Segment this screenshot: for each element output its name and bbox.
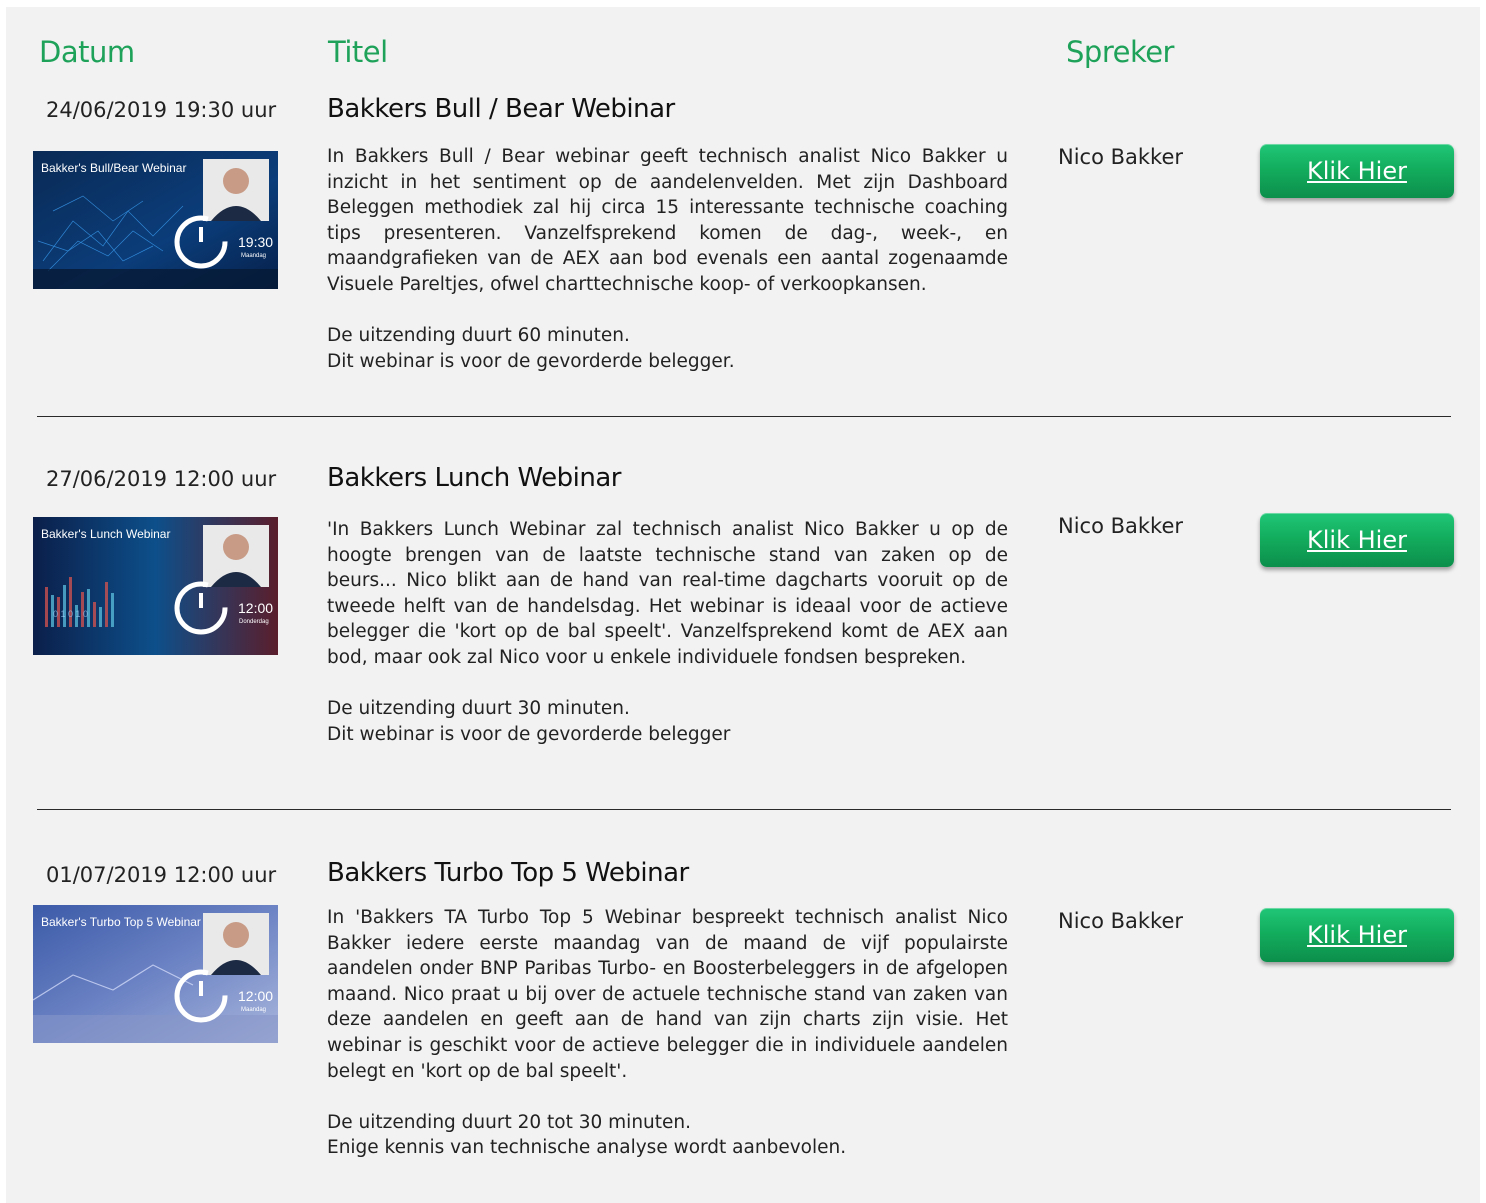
audience-text: Enige kennis van technische analyse word… xyxy=(327,1137,847,1159)
svg-text:0 1 0 1 0: 0 1 0 1 0 xyxy=(53,609,88,619)
duration-text: De uitzending duurt 30 minuten. xyxy=(327,698,630,720)
webinar-date: 01/07/2019 12:00 uur xyxy=(46,863,277,887)
klik-hier-label: Klik Hier xyxy=(1307,921,1407,949)
klik-hier-label: Klik Hier xyxy=(1307,526,1407,554)
thumbnail-time: 12:00 xyxy=(238,600,273,616)
webinar-title: Bakkers Bull / Bear Webinar xyxy=(327,94,675,124)
audience-text: Dit webinar is voor de gevorderde belegg… xyxy=(327,723,731,745)
thumbnail-day: Donderdag xyxy=(239,619,269,625)
webinar-title: Bakkers Turbo Top 5 Webinar xyxy=(327,858,689,888)
webinar-description: In Bakkers Bull / Bear webinar geeft tec… xyxy=(327,144,1008,374)
webinar-speaker: Nico Bakker xyxy=(1058,909,1184,933)
klik-hier-button[interactable]: Klik Hier xyxy=(1260,513,1454,567)
webinar-description: In 'Bakkers TA Turbo Top 5 Webinar bespr… xyxy=(327,905,1008,1161)
row-separator xyxy=(37,416,1451,417)
webinar-date: 24/06/2019 19:30 uur xyxy=(46,98,277,122)
thumbnail-time: 12:00 xyxy=(238,988,273,1004)
thumbnail-time: 19:30 xyxy=(238,234,273,250)
duration-text: De uitzending duurt 20 tot 30 minuten. xyxy=(327,1111,692,1133)
thumbnail-caption: Bakker's Lunch Webinar xyxy=(41,527,170,541)
webinar-date: 27/06/2019 12:00 uur xyxy=(46,467,277,491)
webinar-thumbnail[interactable]: 0 1 0 1 0 Bakker's Lunch Webinar 12:00 D… xyxy=(33,517,278,655)
webinar-description: 'In Bakkers Lunch Webinar zal technisch … xyxy=(327,517,1008,747)
webinar-speaker: Nico Bakker xyxy=(1058,514,1184,538)
header-datum: Datum xyxy=(39,35,135,69)
thumbnail-day: Maandag xyxy=(241,1007,266,1013)
webinar-thumbnail[interactable]: Bakker's Bull/Bear Webinar 19:30 Maandag xyxy=(33,151,278,289)
klik-hier-button[interactable]: Klik Hier xyxy=(1260,908,1454,962)
thumbnail-caption: Bakker's Bull/Bear Webinar xyxy=(41,161,186,175)
header-titel: Titel xyxy=(328,35,388,69)
row-separator xyxy=(37,809,1451,810)
description-text: In 'Bakkers TA Turbo Top 5 Webinar bespr… xyxy=(327,907,1008,1082)
thumbnail-caption: Bakker's Turbo Top 5 Webinar xyxy=(41,915,201,929)
webinar-title: Bakkers Lunch Webinar xyxy=(327,463,621,493)
webinar-speaker: Nico Bakker xyxy=(1058,145,1184,169)
klik-hier-button[interactable]: Klik Hier xyxy=(1260,144,1454,198)
klik-hier-label: Klik Hier xyxy=(1307,157,1407,185)
webinar-panel: Datum Titel Spreker 24/06/2019 19:30 uur… xyxy=(6,7,1480,1203)
description-text: In Bakkers Bull / Bear webinar geeft tec… xyxy=(327,146,1008,295)
duration-text: De uitzending duurt 60 minuten. xyxy=(327,325,630,347)
thumbnail-day: Maandag xyxy=(241,253,266,259)
header-spreker: Spreker xyxy=(1066,35,1174,69)
audience-text: Dit webinar is voor de gevorderde belegg… xyxy=(327,350,735,372)
description-text: 'In Bakkers Lunch Webinar zal technisch … xyxy=(327,519,1008,668)
webinar-thumbnail[interactable]: Bakker's Turbo Top 5 Webinar 12:00 Maand… xyxy=(33,905,278,1043)
